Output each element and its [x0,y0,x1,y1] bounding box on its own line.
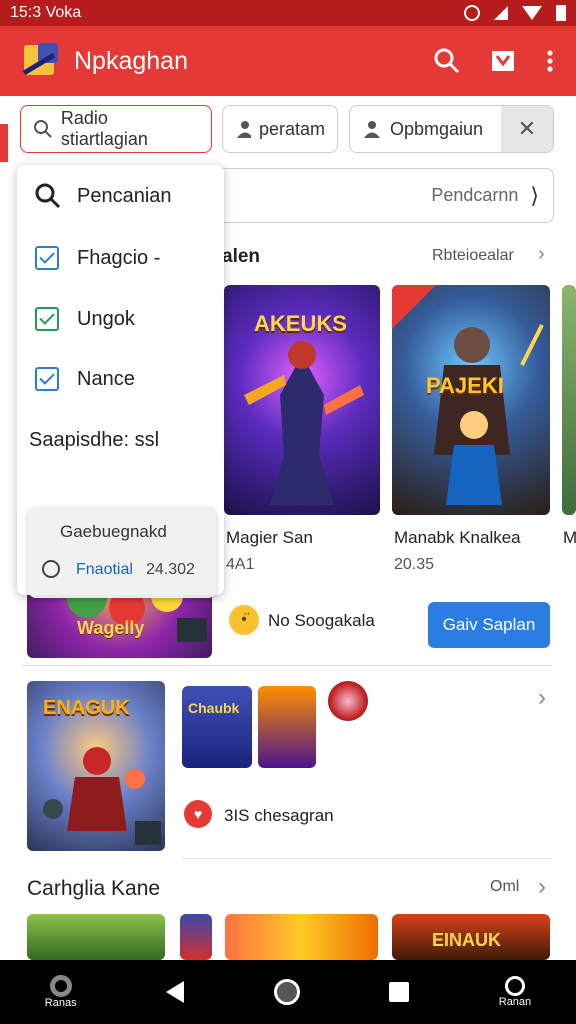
bottom-art-title: EINAUK [432,930,502,950]
filter-chip-radio[interactable]: Radio stiartlagian [20,105,212,153]
bottom-card-2[interactable] [180,914,212,960]
chevron-right-icon[interactable]: › [538,873,546,901]
dropdown-option[interactable]: Fhagcio - [35,246,160,270]
option-label: Nance [77,367,135,390]
search-icon[interactable] [434,48,460,74]
see-more-link[interactable]: Rbteioealar [432,247,514,265]
checkbox-checked-icon[interactable] [35,367,59,391]
game-subtitle: 20.35 [394,556,435,573]
system-nav-bar: Ranas Ranan [0,960,576,1024]
filter-chip-opbmgaiun[interactable]: Opbmgaiun ✕ [349,105,554,153]
game-card-art-3-partial[interactable] [562,285,576,515]
game-art-title: AKEUKS [254,311,347,336]
thumb-art-title: Chaubk [188,700,240,716]
promo-button[interactable]: Gaiv Saplan [428,602,550,648]
bottom-card-4[interactable]: EINAUK [392,914,550,960]
option-label: Fhagcio - [77,246,161,269]
chip-label: Opbmgaiun [390,118,484,139]
chevron-right-icon[interactable]: › [538,684,546,712]
bottom-card-1[interactable] [27,914,165,960]
search-bar[interactable]: Pendcarnn ⟩ [200,168,554,223]
divider [22,665,552,666]
nav-right-label: Ranan [498,996,532,1008]
nav-left-button[interactable]: Ranas [45,975,77,1009]
game-art-title: PAJEKI [426,373,504,398]
featured-card[interactable]: ENAGUK [27,681,165,851]
avatar[interactable] [328,681,368,721]
person-icon [237,121,251,138]
game-subtitle: 4A1 [226,556,255,573]
notification-icon [464,5,480,21]
wifi-icon [522,6,542,20]
chevron-right-icon[interactable]: › [538,243,545,266]
promo-button-label: Gaiv Saplan [442,615,536,634]
tooltip-value: 24.302 [146,561,195,578]
app-bar: Npkaghan [0,26,576,96]
person-icon [364,121,380,138]
battery-icon [556,5,566,21]
bottom-card-3[interactable] [225,914,378,960]
nav-left-label: Ranas [44,997,77,1009]
dropdown-section-title: Saapisdhe: ssl [29,429,159,452]
close-icon[interactable]: ✕ [501,106,553,152]
edge-accent [0,124,8,162]
game-card-art-1[interactable]: AKEUKS [224,285,380,515]
dropdown-option[interactable]: Nance [35,367,135,391]
thumb-2[interactable] [258,686,316,768]
see-more-link[interactable]: Oml [490,878,519,896]
heart-icon[interactable]: ♥ [184,800,212,828]
game-title-partial: M [563,528,576,547]
home-icon[interactable] [273,979,300,1005]
back-icon[interactable] [166,981,185,1003]
bookmark-icon[interactable] [490,48,516,74]
app-logo-icon [22,43,58,79]
chat-icon [504,976,525,996]
option-label: Ungok [77,307,135,330]
chip-label: peratam [258,118,325,139]
game-title[interactable]: Magier San [226,528,313,548]
filter-chip-peratam[interactable]: peratam [222,105,338,153]
more-menu-icon[interactable] [546,49,554,73]
search-bar-text: Pendcarnn [431,185,519,205]
checkbox-checked-icon[interactable] [35,246,59,270]
tooltip-card: Gaebuegnakd Fnaotial 24.302 [28,508,216,598]
search-icon [34,120,52,138]
arrow-right-icon: ⟩ [530,182,539,208]
promo-text: No Soogakala [268,611,375,630]
dropdown-search-label: Pencanian [77,184,172,207]
game-card-art-2[interactable]: PAJEKI [392,285,550,515]
nav-right-button[interactable]: Ranan [499,976,531,1008]
featured-art-title: ENAGUK [43,697,130,719]
section-title: Carhglia Kane [27,877,161,900]
app-title: Npkaghan [74,46,188,75]
thumb-1[interactable]: Chaubk [182,686,252,768]
record-icon [49,975,72,997]
status-time: 15:3 Voka [10,4,82,21]
tooltip-link[interactable]: Fnaotial [76,561,133,579]
section-title: alen [222,246,261,267]
radio-icon[interactable] [42,560,60,578]
banner-art-title: Wagelly [77,618,145,638]
chip-label: Radio stiartlagian [60,108,148,149]
dropdown-search-row[interactable]: Pencanian [35,183,172,209]
section-label: Saapisdhe: ssl [29,429,160,451]
search-icon [35,183,61,209]
info-text: 3IS chesagran [224,806,334,825]
signal-icon [494,6,508,20]
emoji-icon: •̈ [229,605,259,635]
recents-icon[interactable] [389,982,410,1002]
status-bar: 15:3 Voka [0,0,576,26]
game-title[interactable]: Manabk Knalkea [394,528,521,548]
dropdown-option[interactable]: Ungok [35,307,135,331]
checkbox-checked-icon[interactable] [35,307,59,331]
tooltip-title: Gaebuegnakd [60,522,167,541]
divider [182,858,552,859]
